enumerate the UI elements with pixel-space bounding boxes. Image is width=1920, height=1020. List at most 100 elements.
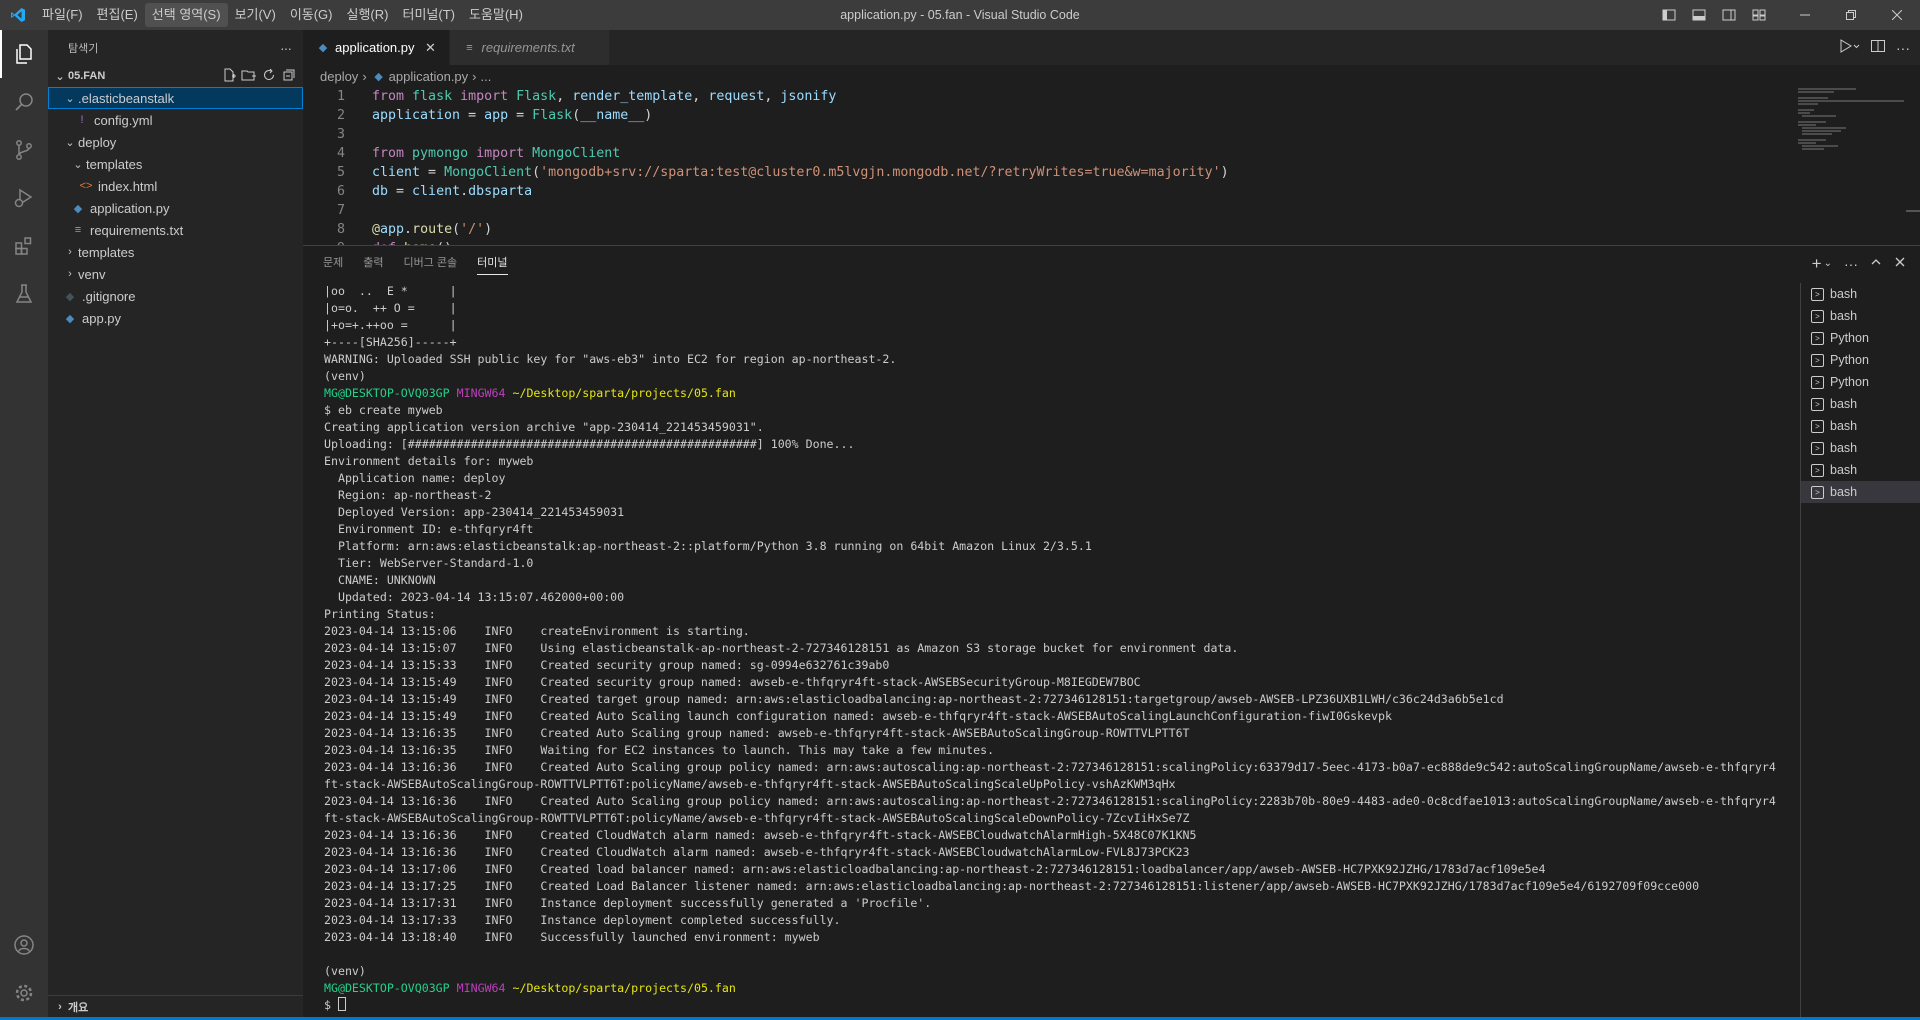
terminal-line: +----[SHA256]-----+ xyxy=(324,335,457,349)
terminal-tab[interactable]: > bash xyxy=(1801,459,1920,481)
terminal-tab[interactable]: > bash xyxy=(1801,283,1920,305)
breadcrumb-folder[interactable]: deploy xyxy=(320,69,358,84)
chevron-right-icon: › xyxy=(68,246,72,258)
menu-item[interactable]: 보기(V) xyxy=(228,3,283,27)
line-number: 2 xyxy=(336,108,345,123)
menu-item[interactable]: 도움말(H) xyxy=(462,3,530,27)
menu-item[interactable]: 이동(G) xyxy=(283,3,340,27)
tree-item[interactable]: ≡ requirements.txt xyxy=(48,219,303,241)
terminal-input[interactable]: $ xyxy=(324,998,338,1012)
terminal-tab[interactable]: > Python xyxy=(1801,349,1920,371)
file-icon: ◆ xyxy=(65,290,75,303)
menu-item[interactable]: 터미널(T) xyxy=(395,3,461,27)
menu-item[interactable]: 파일(F) xyxy=(35,3,90,27)
breadcrumb-file[interactable]: application.py xyxy=(389,69,469,84)
title-bar: 파일(F) 편집(E) 선택 영역(S) 보기(V) 이동(G) 실행(R) 터미널(T) 도… xyxy=(0,0,1920,30)
code-editor[interactable]: 1 from flask import Flask, render_templat… xyxy=(303,87,1783,245)
toggle-primary-sidebar-icon[interactable] xyxy=(1658,0,1680,30)
toggle-secondary-sidebar-icon[interactable] xyxy=(1718,0,1740,30)
gear-icon[interactable] xyxy=(0,969,48,1017)
line-number: 4 xyxy=(336,146,345,161)
tab-output[interactable]: 출력 xyxy=(353,246,393,281)
refresh-icon[interactable] xyxy=(261,67,277,86)
toggle-panel-icon[interactable] xyxy=(1688,0,1710,30)
new-file-icon[interactable] xyxy=(221,67,237,86)
tab-requirements-txt[interactable]: ≡ requirements.txt xyxy=(449,30,610,65)
new-terminal-icon[interactable]: + xyxy=(1812,254,1822,274)
explorer-icon[interactable] xyxy=(0,30,48,78)
tree-item[interactable]: <> index.html xyxy=(48,175,303,197)
prompt-path: ~/Desktop/sparta/projects/05.fan xyxy=(512,386,736,400)
tree-item[interactable]: ⌄ deploy xyxy=(48,131,303,153)
testing-icon[interactable] xyxy=(0,270,48,318)
tree-item-label: .gitignore xyxy=(82,288,136,304)
terminal-tab[interactable]: > bash xyxy=(1801,415,1920,437)
terminal-line: (venv) xyxy=(324,369,366,383)
collapse-all-icon[interactable] xyxy=(281,67,297,86)
terminal-line: |o=o. ++ O = | xyxy=(324,301,457,315)
terminal-tab[interactable]: > bash xyxy=(1801,437,1920,459)
source-control-icon[interactable] xyxy=(0,126,48,174)
menu-item[interactable]: 편집(E) xyxy=(90,3,145,27)
close-panel-icon[interactable] xyxy=(1894,256,1906,271)
tree-item[interactable]: ◆ .gitignore xyxy=(48,285,303,307)
terminal-tab-label: bash xyxy=(1830,287,1858,301)
maximize-panel-icon[interactable] xyxy=(1870,256,1882,271)
terminal-line: Region: ap-northeast-2 xyxy=(324,488,492,502)
run-file-icon[interactable] xyxy=(1838,38,1860,57)
extensions-icon[interactable] xyxy=(0,222,48,270)
minimap[interactable] xyxy=(1796,87,1906,207)
restore-icon[interactable] xyxy=(1828,0,1874,30)
terminal-tab-label: Python xyxy=(1830,331,1869,345)
minimize-icon[interactable] xyxy=(1782,0,1828,30)
bottom-panel: 문제 출력 디버그 콘솔 터미널 + ⌄ ··· |oo .. E * | |o=… xyxy=(303,245,1920,1018)
tab-terminal[interactable]: 터미널 xyxy=(467,246,517,281)
tree-item[interactable]: ◆ app.py xyxy=(48,307,303,329)
tree-item[interactable]: ⌄ .elasticbeanstalk xyxy=(48,87,303,109)
prompt-user: MG@DESKTOP-OVQ03GP xyxy=(324,981,450,995)
tree-item[interactable]: › templates xyxy=(48,241,303,263)
split-editor-icon[interactable] xyxy=(1870,38,1886,57)
terminal-tab[interactable]: > bash xyxy=(1801,393,1920,415)
tab-application-py[interactable]: ◆ application.py ✕ xyxy=(303,30,450,65)
tab-problems[interactable]: 문제 xyxy=(313,246,353,281)
workspace-root[interactable]: ⌄ 05.FAN xyxy=(48,65,303,87)
terminal-tab[interactable]: > Python xyxy=(1801,327,1920,349)
outline-section[interactable]: › 개요 xyxy=(48,995,303,1017)
tree-item[interactable]: ◆ application.py xyxy=(48,197,303,219)
terminal-icon: > xyxy=(1811,353,1824,367)
menu-item[interactable]: 실행(R) xyxy=(340,3,396,27)
more-actions-icon[interactable]: ··· xyxy=(280,40,292,56)
terminal-icon: > xyxy=(1811,375,1824,389)
editor-more-icon[interactable]: ··· xyxy=(1896,40,1910,56)
chevron-down-icon: ⌄ xyxy=(73,158,83,171)
editor-scrollbar[interactable] xyxy=(1906,210,1920,212)
tab-debug-console[interactable]: 디버그 콘솔 xyxy=(394,246,468,281)
tree-item[interactable]: ⌄ templates xyxy=(48,153,303,175)
line-number: 3 xyxy=(336,127,345,142)
file-icon: ◆ xyxy=(65,312,75,325)
close-window-icon[interactable] xyxy=(1874,0,1920,30)
tree-item-label: requirements.txt xyxy=(90,222,184,238)
breadcrumb-symbol[interactable]: ... xyxy=(481,69,492,84)
panel-more-icon[interactable]: ··· xyxy=(1844,256,1858,272)
tree-item[interactable]: › venv xyxy=(48,263,303,285)
terminal-tab[interactable]: > Python xyxy=(1801,371,1920,393)
terminal-tab[interactable]: > bash xyxy=(1801,481,1920,503)
tree-item-label: venv xyxy=(78,266,106,282)
chevron-right-icon: › xyxy=(68,268,72,280)
run-debug-icon[interactable] xyxy=(0,174,48,222)
close-icon[interactable]: ✕ xyxy=(423,40,439,56)
search-icon[interactable] xyxy=(0,78,48,126)
tree-item[interactable]: ! config.yml xyxy=(48,109,303,131)
accounts-icon[interactable] xyxy=(0,921,48,969)
terminal-tab[interactable]: > bash xyxy=(1801,305,1920,327)
new-folder-icon[interactable] xyxy=(241,67,257,86)
chevron-down-icon[interactable]: ⌄ xyxy=(1824,258,1832,269)
customize-layout-icon[interactable] xyxy=(1748,0,1770,30)
terminal-tab-label: bash xyxy=(1830,309,1858,323)
editor-tabs: ◆ application.py ✕ ≡ requirements.txt ··… xyxy=(303,30,1920,65)
menu-item[interactable]: 선택 영역(S) xyxy=(144,3,228,27)
terminal-output[interactable]: |oo .. E * | |o=o. ++ O = | |+o=+.++oo = |… xyxy=(303,283,1800,1018)
code-line: 2 application = app = Flask(__name__) xyxy=(303,106,1783,125)
